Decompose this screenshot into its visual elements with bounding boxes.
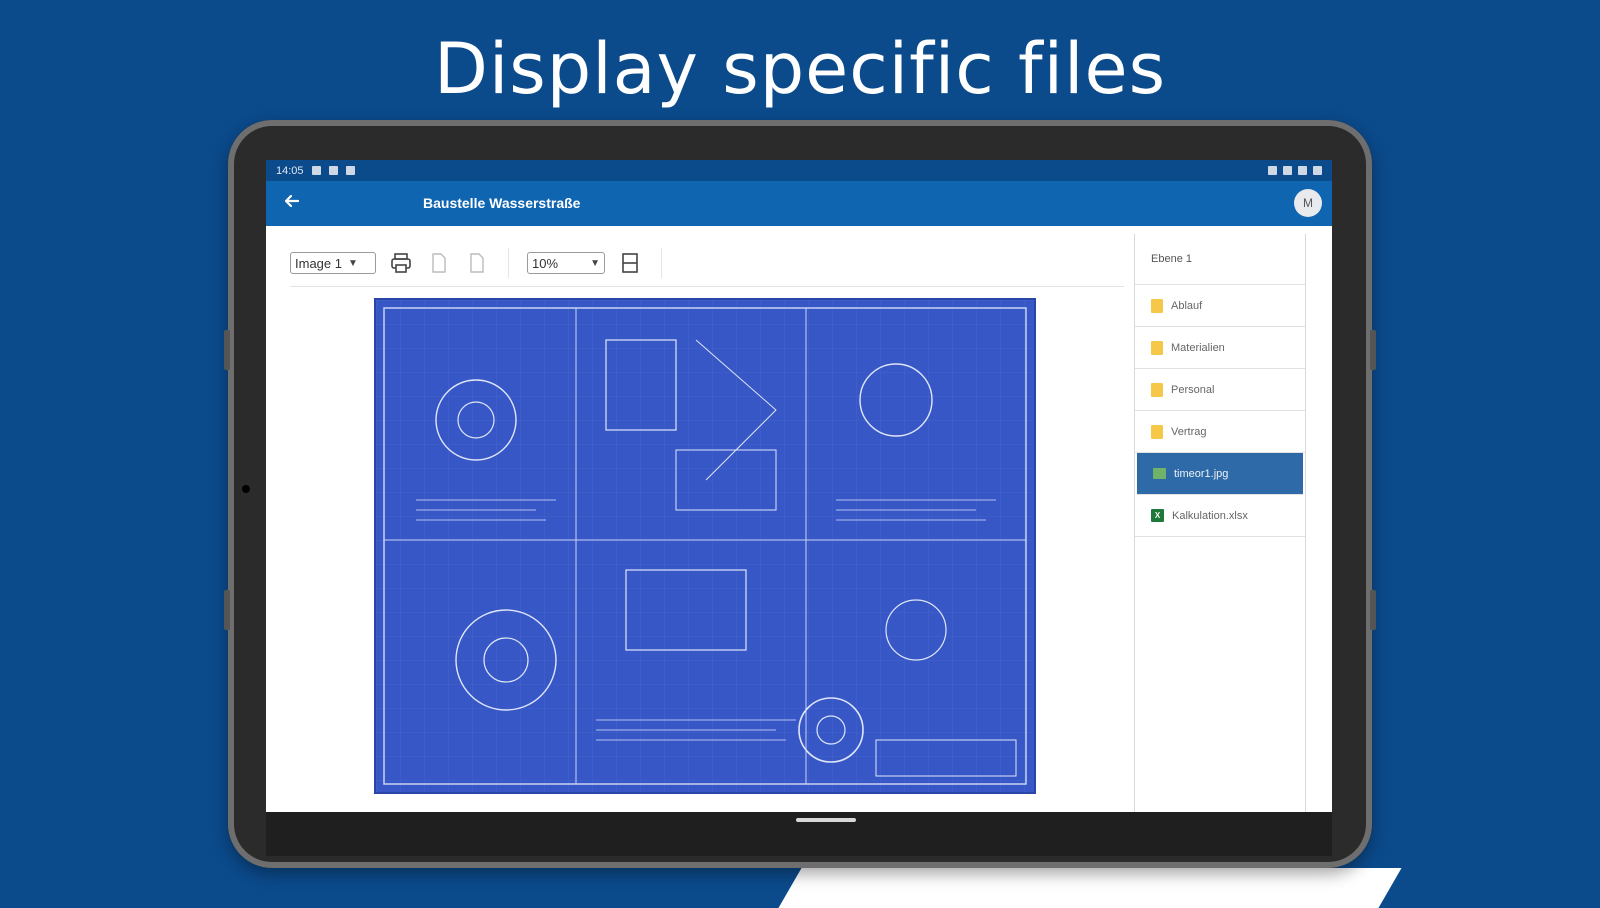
list-item-label: timeor1.jpg <box>1174 467 1229 480</box>
list-item-label: Ablauf <box>1171 299 1203 312</box>
list-item-timeor1-jpg[interactable]: timeor1.jpg <box>1137 453 1303 495</box>
list-item-label: Kalkulation.xlsx <box>1172 509 1248 522</box>
bluetooth-icon <box>1268 166 1277 175</box>
blueprint-image[interactable] <box>374 298 1036 794</box>
tablet-screen: 14:05 Baustelle Wasserstraße M Image 1 ▼… <box>266 160 1332 812</box>
list-item-label: Vertrag <box>1171 425 1207 438</box>
tablet-side-button <box>224 590 230 630</box>
toolbar-divider <box>661 248 662 278</box>
blueprint-drawing <box>376 300 1034 792</box>
page-title: Baustelle Wasserstraße <box>423 195 581 211</box>
folder-icon <box>1151 382 1163 397</box>
folder-icon <box>1151 424 1163 439</box>
headline: Display specific files <box>433 28 1167 110</box>
app-bar: Baustelle Wasserstraße M <box>266 181 1332 226</box>
notification-icon <box>345 166 355 175</box>
fit-page-icon[interactable] <box>617 250 643 276</box>
status-time: 14:05 <box>276 164 304 177</box>
chevron-down-icon: ▼ <box>590 257 600 269</box>
background-accent-shape <box>778 868 1402 908</box>
list-item-kalkulation-xlsx[interactable]: X Kalkulation.xlsx <box>1135 495 1305 537</box>
page-next-icon[interactable] <box>464 250 490 276</box>
signal-icon <box>1283 166 1292 175</box>
avatar[interactable]: M <box>1294 189 1322 217</box>
list-item-label: Materialien <box>1171 341 1225 354</box>
viewer-toolbar: Image 1 ▼ 10% ▼ <box>290 240 1124 287</box>
notification-icon <box>328 166 338 175</box>
tablet-frame: 14:05 Baustelle Wasserstraße M Image 1 ▼… <box>224 120 1376 868</box>
system-nav-bar <box>266 812 1332 856</box>
zoom-select[interactable]: 10% ▼ <box>527 252 605 274</box>
zoom-select-value: 10% <box>532 255 559 271</box>
tablet-side-button <box>1370 330 1376 370</box>
folder-icon <box>1151 298 1163 313</box>
home-indicator[interactable] <box>796 818 856 822</box>
page-prev-icon[interactable] <box>426 250 452 276</box>
image-select[interactable]: Image 1 ▼ <box>290 252 376 274</box>
file-list-panel: Ebene 1 Ablauf Materialien Personal Vert… <box>1134 234 1306 812</box>
list-item-label: Personal <box>1171 383 1215 396</box>
wifi-icon <box>1298 166 1307 175</box>
status-bar: 14:05 <box>266 160 1332 181</box>
notification-icon <box>311 166 321 175</box>
tablet-side-button <box>224 330 230 370</box>
chevron-down-icon: ▼ <box>347 257 358 269</box>
folder-icon <box>1151 340 1163 355</box>
list-item-personal[interactable]: Personal <box>1135 369 1305 411</box>
tablet-side-button <box>1370 590 1376 630</box>
image-select-value: Image 1 <box>295 255 342 271</box>
toolbar-divider <box>508 248 509 278</box>
list-item-ablauf[interactable]: Ablauf <box>1135 285 1305 327</box>
file-list-header: Ebene 1 <box>1135 234 1305 285</box>
main-content: Image 1 ▼ 10% ▼ Ebene 1 Ablauf Materiali… <box>266 226 1332 812</box>
camera-dot <box>242 485 250 493</box>
list-item-vertrag[interactable]: Vertrag <box>1135 411 1305 453</box>
back-arrow-icon[interactable] <box>280 191 304 215</box>
battery-icon <box>1313 166 1322 175</box>
list-item-materialien[interactable]: Materialien <box>1135 327 1305 369</box>
print-icon[interactable] <box>388 250 414 276</box>
excel-file-icon: X <box>1151 509 1164 522</box>
image-file-icon <box>1153 468 1166 479</box>
